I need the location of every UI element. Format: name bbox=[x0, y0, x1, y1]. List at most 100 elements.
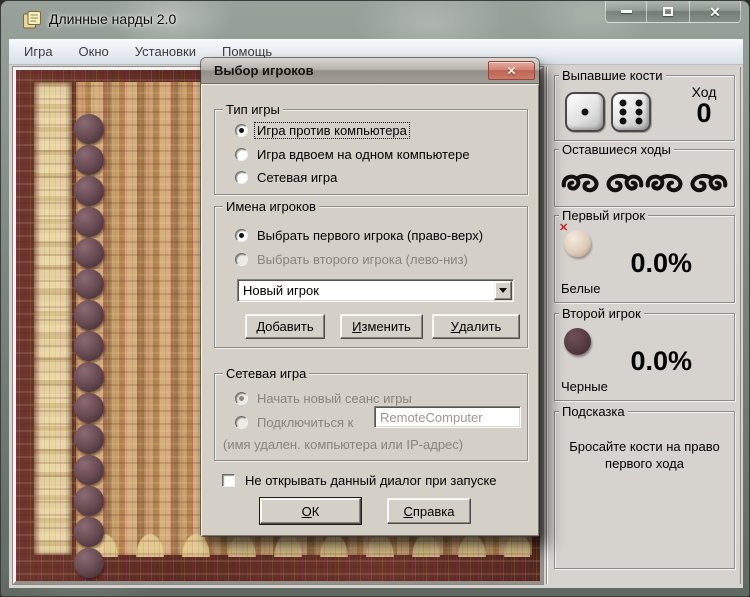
remote-host-field[interactable]: RemoteComputer bbox=[374, 406, 521, 428]
window-title: Длинные нарды 2.0 bbox=[49, 11, 177, 27]
radio-first-player[interactable]: Выбрать первого игрока (право-верх) bbox=[235, 227, 521, 243]
checker[interactable] bbox=[74, 145, 104, 175]
radio-icon bbox=[235, 170, 248, 184]
startup-checkbox-row[interactable]: Не открывать данный диалог при запуске bbox=[222, 472, 499, 488]
dialog-titlebar: Выбор игроков ✕ bbox=[201, 58, 539, 84]
player2-caption: Второй игрок bbox=[559, 306, 644, 321]
checker[interactable] bbox=[74, 114, 104, 144]
checker[interactable] bbox=[74, 300, 104, 330]
menu-game[interactable]: Игра bbox=[11, 40, 66, 63]
network-note: (имя удален. компьютера или IP-адрес) bbox=[223, 437, 464, 452]
player1-percent: 0.0% bbox=[630, 248, 692, 278]
radio-icon bbox=[235, 252, 248, 266]
radio-vs-computer[interactable]: Игра против компьютера bbox=[235, 121, 521, 139]
dialog-close-button[interactable]: ✕ bbox=[488, 61, 535, 80]
die-2 bbox=[611, 92, 651, 132]
hint-text: Бросайте кости на право первого хода bbox=[569, 439, 720, 471]
black-checker-icon bbox=[564, 328, 591, 355]
dialog-title: Выбор игроков bbox=[214, 63, 314, 78]
player2-color-label: Черные bbox=[561, 379, 608, 394]
remaining-moves-group: Оставшиеся ходы bbox=[554, 142, 735, 207]
radio-icon bbox=[235, 123, 248, 137]
flourish-icon bbox=[561, 173, 599, 192]
radio-icon bbox=[235, 147, 248, 161]
checker[interactable] bbox=[74, 517, 104, 547]
checker[interactable] bbox=[74, 424, 104, 454]
player1-group: Первый игрок ✕ 0.0% Белые bbox=[554, 208, 735, 303]
minimize-icon bbox=[620, 10, 632, 13]
radio-new-session: Начать новый сеанс игры bbox=[235, 390, 521, 406]
radio-network-game[interactable]: Сетевая игра bbox=[235, 169, 521, 185]
hint-caption: Подсказка bbox=[559, 404, 628, 419]
first-player-marker: ✕ bbox=[559, 222, 569, 234]
remaining-caption: Оставшиеся ходы bbox=[559, 142, 674, 157]
maximize-button[interactable] bbox=[647, 1, 689, 23]
chevron-down-icon bbox=[499, 288, 507, 293]
radio-label: Выбрать второго игрока (лево-низ) bbox=[257, 251, 468, 267]
checker[interactable] bbox=[74, 393, 104, 423]
checker[interactable] bbox=[74, 207, 104, 237]
window-titlebar: Длинные нарды 2.0 ✕ bbox=[1, 1, 749, 39]
checker[interactable] bbox=[74, 269, 104, 299]
radio-icon bbox=[235, 228, 248, 242]
radio-label: Игра против компьютера bbox=[254, 121, 410, 139]
dice-group-caption: Выпавшие кости bbox=[559, 68, 666, 83]
checker[interactable] bbox=[74, 238, 104, 268]
checker-column bbox=[74, 114, 104, 578]
checker[interactable] bbox=[74, 455, 104, 485]
player-names-group: Имена игроков Выбрать первого игрока (пр… bbox=[214, 199, 528, 348]
player1-color-label: Белые bbox=[561, 281, 601, 296]
radio-label: Выбрать первого игрока (право-верх) bbox=[257, 227, 484, 243]
radio-label: Игра вдвоем на одном компьютере bbox=[257, 146, 470, 162]
dialog-close-icon: ✕ bbox=[506, 63, 517, 78]
checker[interactable] bbox=[74, 362, 104, 392]
player-selection-dialog: Выбор игроков ✕ Тип игры Игра против ком… bbox=[201, 58, 539, 536]
game-type-group: Тип игры Игра против компьютера Игра вдв… bbox=[214, 102, 528, 195]
radio-label: Подключиться к bbox=[257, 414, 354, 430]
radio-icon bbox=[235, 391, 248, 405]
network-group: Сетевая игра Начать новый сеанс игры Под… bbox=[214, 366, 528, 461]
startup-checkbox-label: Не открывать данный диалог при запуске bbox=[245, 472, 497, 488]
menu-window[interactable]: Окно bbox=[66, 40, 122, 63]
edit-player-button[interactable]: Изменить bbox=[340, 314, 423, 339]
checker[interactable] bbox=[74, 486, 104, 516]
checker[interactable] bbox=[74, 331, 104, 361]
flourish-icon bbox=[690, 173, 728, 192]
white-checker-icon bbox=[564, 230, 591, 257]
radio-second-player: Выбрать второго игрока (лево-низ) bbox=[235, 251, 521, 267]
checkbox-icon bbox=[222, 473, 235, 487]
move-value: 0 bbox=[696, 98, 712, 128]
player2-percent: 0.0% bbox=[630, 346, 692, 376]
caption-buttons: ✕ bbox=[605, 1, 741, 23]
die-1 bbox=[565, 92, 605, 132]
flourish-icon bbox=[606, 173, 644, 192]
radio-two-players[interactable]: Игра вдвоем на одном компьютере bbox=[235, 146, 521, 162]
app-window: Длинные нарды 2.0 ✕ Игра Окно Установки … bbox=[0, 0, 750, 597]
player-names-caption: Имена игроков bbox=[223, 199, 319, 214]
app-icon bbox=[23, 11, 41, 29]
help-button[interactable]: Справка bbox=[387, 498, 471, 524]
radio-label: Сетевая игра bbox=[257, 169, 338, 185]
menu-settings[interactable]: Установки bbox=[122, 40, 209, 63]
ok-button[interactable]: ОК bbox=[259, 497, 362, 525]
close-button[interactable]: ✕ bbox=[689, 1, 741, 23]
game-type-caption: Тип игры bbox=[223, 102, 283, 117]
move-counter: Ход 0 bbox=[673, 84, 735, 128]
info-panel: Выпавшие кости Ход 0 Оставшиеся ходы Пер… bbox=[546, 67, 741, 584]
dropdown-button[interactable] bbox=[494, 281, 512, 300]
dialog-body: Тип игры Игра против компьютера Игра вдв… bbox=[201, 84, 539, 536]
minimize-button[interactable] bbox=[605, 1, 647, 23]
player-combobox-value: Новый игрок bbox=[243, 283, 319, 298]
player1-caption: Первый игрок bbox=[559, 208, 649, 223]
add-player-button[interactable]: Добавить bbox=[245, 314, 325, 339]
radio-label: Начать новый сеанс игры bbox=[257, 390, 412, 406]
checker[interactable] bbox=[74, 176, 104, 206]
hint-group: Подсказка Бросайте кости на право первог… bbox=[554, 404, 735, 569]
maximize-icon bbox=[663, 7, 673, 16]
player-combobox[interactable]: Новый игрок bbox=[237, 279, 514, 302]
flourish-icon bbox=[645, 173, 683, 192]
dice-group: Выпавшие кости Ход 0 bbox=[554, 68, 735, 141]
player2-group: Второй игрок 0.0% Черные bbox=[554, 306, 735, 401]
checker[interactable] bbox=[74, 548, 104, 578]
delete-player-button[interactable]: Удалить bbox=[432, 314, 520, 339]
